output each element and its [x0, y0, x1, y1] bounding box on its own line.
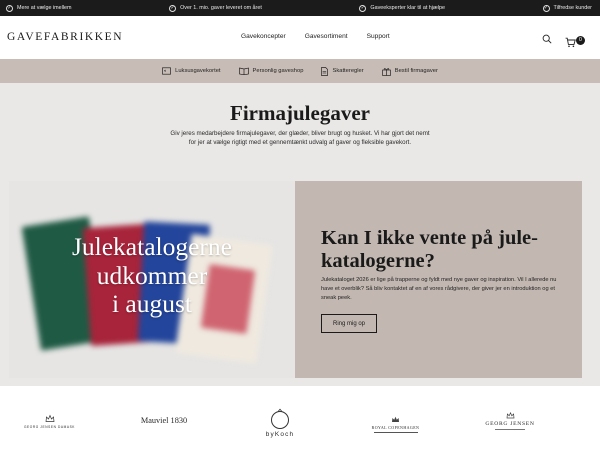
usp-label: Tilfredse kunder [553, 5, 592, 11]
main-nav: Gavekoncepter Gavesortiment Support [241, 33, 390, 40]
document-icon [321, 66, 329, 76]
usp-label: Mere at vælge imellem [17, 5, 72, 11]
subnav-item-skatteregler[interactable]: Skatteregler [321, 66, 364, 76]
subnav-label: Personlig gaveshop [252, 68, 304, 74]
cart-icon [565, 37, 576, 47]
crown-icon [392, 416, 399, 422]
header-actions: 0 [542, 31, 585, 49]
usp-label: Over 1. mio. gaver leveret om året [180, 5, 262, 11]
gift-card-icon [162, 67, 171, 75]
book-icon [238, 67, 249, 75]
brand-logos: GEORG JENSEN DAMASK Mauviel 1830 byKoch … [0, 386, 600, 455]
catalogue-banner-image[interactable]: Julekatalogerne udkommer i august [9, 181, 295, 378]
catalogue-heading: Kan I ikke vente på jule- katalogerne? [321, 227, 538, 273]
catalogue-description: Julekataloget 2026 er lige på trapperne … [321, 277, 557, 301]
usp-item: ✓ Tilfredse kunder [542, 4, 592, 12]
usp-label: Gaveeksperter klar til at hjælpe [370, 5, 445, 11]
crown-icon [45, 414, 54, 422]
nav-item-gavesortiment[interactable]: Gavesortiment [305, 33, 348, 40]
subnav-label: Bestil firmagaver [394, 68, 438, 74]
nav-item-support[interactable]: Support [367, 33, 390, 40]
subnav-label: Skatteregler [332, 68, 364, 74]
brand-logo-georg-jensen[interactable]: GEORG JENSEN [485, 412, 535, 430]
cart-button[interactable]: 0 [565, 35, 585, 47]
ring-icon [271, 408, 289, 429]
check-circle-icon: ✓ [542, 4, 550, 12]
check-circle-icon: ✓ [6, 4, 13, 12]
brand-logo-royal-copenhagen[interactable]: ROYAL COPENHAGEN [368, 416, 423, 433]
sub-nav: Luksusgavekortet Personlig gaveshop Skat… [0, 59, 600, 83]
announcement-bar: ✓ Mere at vælge imellem ✓ Over 1. mio. g… [0, 0, 600, 16]
subnav-label: Luksusgavekortet [175, 68, 221, 74]
crown-icon [506, 412, 514, 419]
brand-logo-mauviel[interactable]: Mauviel 1830 [138, 416, 190, 425]
catalogue-info-panel: Kan I ikke vente på jule- katalogerne? J… [295, 181, 582, 378]
usp-item: ✓ Gaveeksperter klar til at hjælpe [359, 4, 445, 12]
nav-item-gavekoncepter[interactable]: Gavekoncepter [241, 33, 286, 40]
search-icon[interactable] [542, 31, 552, 49]
call-me-button[interactable]: Ring mig op [321, 314, 377, 333]
subnav-item-bestil-firmagaver[interactable]: Bestil firmagaver [381, 67, 438, 76]
check-circle-icon: ✓ [169, 4, 177, 12]
site-header: GAVEFABRIKKEN Gavekoncepter Gavesortimen… [0, 16, 600, 59]
subnav-item-luksusgavekortet[interactable]: Luksusgavekortet [162, 67, 221, 75]
catalogue-banner-text: Julekatalogerne udkommer i august [71, 232, 232, 319]
gift-icon [381, 67, 391, 76]
site-logo[interactable]: GAVEFABRIKKEN [7, 31, 123, 43]
page-title: Firmajulegaver [230, 101, 370, 125]
brand-logo-bykoch[interactable]: byKoch [257, 408, 303, 438]
page-intro: Giv jeres medarbejdere firmajulegaver, d… [170, 130, 430, 147]
cart-count-badge: 0 [576, 35, 585, 45]
check-circle-icon: ✓ [359, 4, 367, 12]
main-section: Firmajulegaver Giv jeres medarbejdere fi… [0, 83, 600, 386]
subnav-item-personlig-gaveshop[interactable]: Personlig gaveshop [238, 67, 304, 75]
usp-item: ✓ Mere at vælge imellem [6, 4, 72, 12]
brand-logo-georg-jensen-damask[interactable]: GEORG JENSEN DAMASK [22, 414, 77, 429]
usp-item: ✓ Over 1. mio. gaver leveret om året [169, 4, 262, 12]
